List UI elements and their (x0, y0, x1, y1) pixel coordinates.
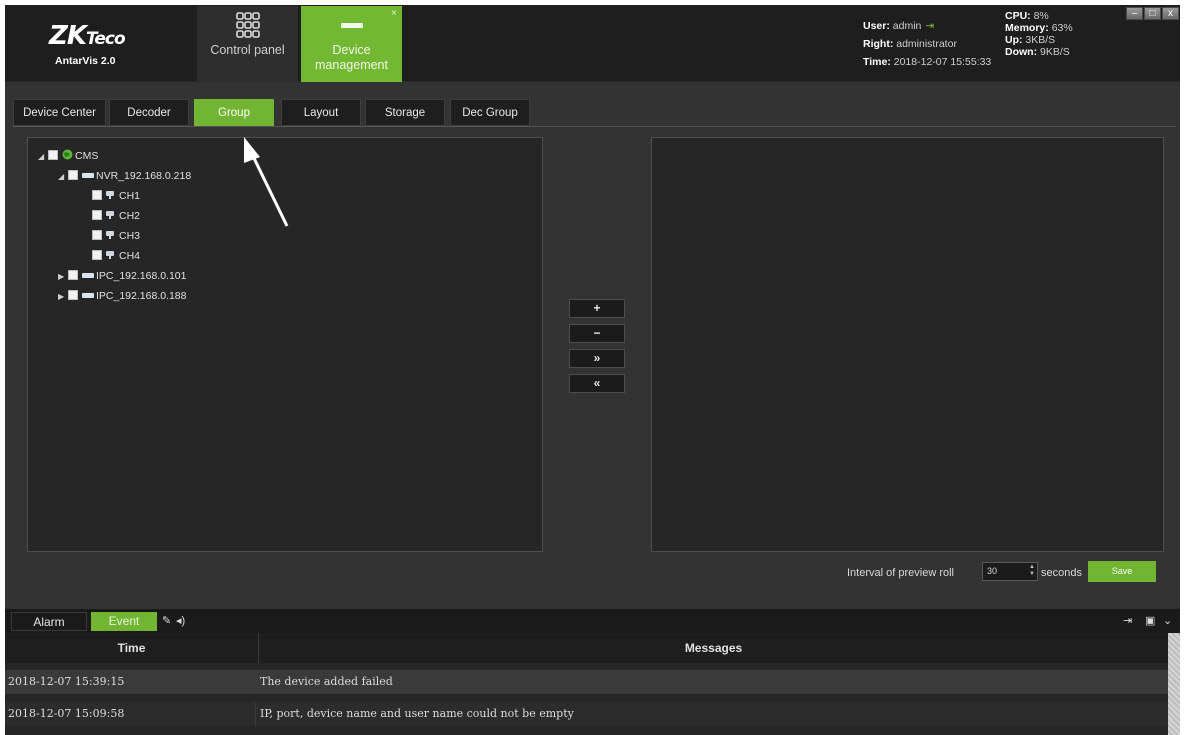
table-row[interactable]: 2018-12-07 15:09:58 IP, port, device nam… (5, 702, 1168, 726)
device-icon (340, 23, 363, 28)
globe-icon (62, 149, 73, 160)
camera-icon (106, 231, 114, 239)
cpu-stat: CPU: 8% (1005, 10, 1049, 22)
maximize-button[interactable]: □ (1144, 7, 1161, 20)
camera-icon (106, 191, 114, 199)
spinner-icon[interactable]: ▲ ▼ (1029, 564, 1035, 578)
checkbox[interactable] (92, 210, 102, 220)
row-time: 2018-12-07 15:09:58 (8, 707, 125, 720)
camera-icon (106, 251, 114, 259)
device-management-label: Device management (315, 43, 388, 72)
device-tree-panel: ◢ CMS ◢ NVR_192.168.0.218 CH1 CH2 CH3 CH4 … (27, 137, 543, 552)
tree-node-ch4[interactable]: CH4 (92, 246, 140, 266)
tab-event[interactable]: Event (91, 612, 157, 631)
broom-icon[interactable]: ✎ (162, 614, 171, 627)
interval-input[interactable]: 30 ▲ ▼ (982, 562, 1038, 581)
tab-group[interactable]: Group (194, 99, 274, 126)
session-info: User: admin ⇥ Right: administrator Time: … (863, 17, 991, 71)
minimize-button[interactable]: – (1126, 7, 1143, 20)
title-bar: ZKTeco AntarVis 2.0 Control panel × Devi… (5, 5, 1180, 82)
remove-button[interactable]: − (569, 324, 625, 343)
remove-all-button[interactable]: « (569, 374, 625, 393)
pin-icon[interactable]: ⇥ (1123, 614, 1132, 627)
collapse-arrow-icon[interactable]: ◢ (38, 147, 48, 167)
tree-node-ch1[interactable]: CH1 (92, 186, 140, 206)
down-stat: Down: 9KB/S (1005, 46, 1070, 58)
add-all-button[interactable]: » (569, 349, 625, 368)
checkbox[interactable] (92, 190, 102, 200)
tab-divider (13, 126, 1176, 127)
tab-alarm[interactable]: Alarm (11, 612, 87, 631)
tree-node-cms[interactable]: ◢ CMS (38, 146, 98, 166)
nvr-icon (82, 173, 94, 178)
log-table-header: Time Messages (5, 633, 1168, 663)
tree-node-ch2[interactable]: CH2 (92, 206, 140, 226)
row-message: The device added failed (255, 670, 1155, 694)
up-stat: Up: 3KB/S (1005, 34, 1056, 46)
tab-layout[interactable]: Layout (281, 99, 361, 126)
interval-label: Interval of preview roll (847, 567, 954, 579)
tab-decoder[interactable]: Decoder (109, 99, 189, 126)
tree-node-ipc-188[interactable]: ▶ IPC_192.168.0.188 (58, 286, 187, 306)
tree-node-ch3[interactable]: CH3 (92, 226, 140, 246)
table-row[interactable]: 2018-12-07 15:39:15 The device added fai… (5, 670, 1168, 694)
tree-node-nvr[interactable]: ◢ NVR_192.168.0.218 (58, 166, 191, 186)
expand-arrow-icon[interactable]: ▶ (58, 287, 68, 307)
camera-icon (106, 211, 114, 219)
group-panel (651, 137, 1164, 552)
collapse-icon[interactable]: ⌄ (1163, 614, 1172, 627)
restore-icon[interactable]: ▣ (1145, 614, 1155, 627)
tab-dec-group[interactable]: Dec Group (450, 99, 530, 126)
expand-arrow-icon[interactable]: ▶ (58, 267, 68, 287)
close-window-button[interactable]: x (1162, 7, 1179, 20)
close-icon[interactable]: × (391, 8, 397, 19)
ipc-icon (82, 273, 94, 278)
column-time: Time (5, 633, 259, 663)
right-line: Right: administrator (863, 38, 957, 50)
keypad-icon (235, 12, 260, 38)
control-panel-label: Control panel (210, 43, 285, 57)
speaker-icon[interactable]: ◂) (176, 614, 185, 627)
product-name: AntarVis 2.0 (55, 55, 116, 67)
row-spacer (5, 726, 1168, 735)
time-line: Time: 2018-12-07 15:55:33 (863, 56, 992, 68)
tab-storage[interactable]: Storage (365, 99, 445, 126)
logo-mark: ZKTeco (49, 21, 126, 51)
checkbox[interactable] (48, 150, 58, 160)
app-window: ZKTeco AntarVis 2.0 Control panel × Devi… (5, 5, 1180, 735)
column-messages: Messages (684, 641, 743, 655)
seconds-label: seconds (1041, 567, 1082, 579)
control-panel-button[interactable]: Control panel (197, 6, 298, 82)
system-stats: CPU: 8% Memory: 63% Up: 3KB/S Down: 9KB/… (1005, 10, 1073, 58)
logout-icon[interactable]: ⇥ (925, 20, 934, 32)
tree-node-ipc-101[interactable]: ▶ IPC_192.168.0.101 (58, 266, 187, 286)
row-spacer (5, 663, 1168, 670)
checkbox[interactable] (68, 270, 78, 280)
row-message: IP, port, device name and user name coul… (255, 702, 1155, 726)
user-line: User: admin ⇥ (863, 20, 935, 32)
tab-device-center[interactable]: Device Center (13, 99, 106, 126)
ipc-icon (82, 293, 94, 298)
row-time: 2018-12-07 15:39:15 (8, 675, 125, 688)
checkbox[interactable] (68, 290, 78, 300)
interval-value: 30 (987, 566, 998, 576)
add-button[interactable]: + (569, 299, 625, 318)
checkbox[interactable] (68, 170, 78, 180)
collapse-arrow-icon[interactable]: ◢ (58, 167, 68, 187)
checkbox[interactable] (92, 250, 102, 260)
save-button[interactable]: Save (1088, 561, 1156, 582)
log-scrollbar[interactable] (1168, 633, 1180, 735)
log-tab-bar: Alarm Event ✎ ◂) ⇥ ▣ ⌄ (5, 609, 1180, 633)
checkbox[interactable] (92, 230, 102, 240)
zkteco-logo: ZKTeco AntarVis 2.0 (17, 15, 192, 75)
memory-stat: Memory: 63% (1005, 22, 1073, 34)
device-management-button[interactable]: × Device management (301, 6, 402, 82)
row-spacer (5, 694, 1168, 702)
